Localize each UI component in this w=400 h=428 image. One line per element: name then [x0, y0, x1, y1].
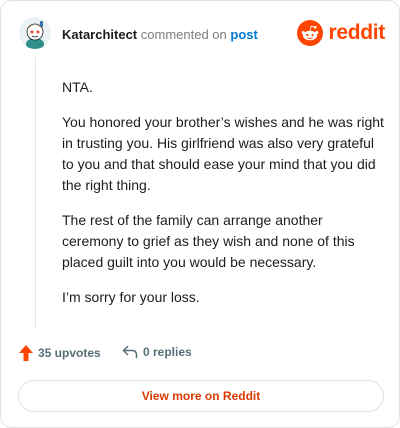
comment-paragraph: NTA.	[62, 79, 93, 95]
comment-body: NTA. You honored your brother’s wishes a…	[62, 77, 384, 322]
commented-on-text: commented on	[140, 27, 227, 42]
comment-paragraph: You honored your brother’s wishes and he…	[62, 114, 384, 193]
comment-byline: Katarchitect commented on post	[62, 27, 258, 42]
user-avatar[interactable]	[19, 17, 51, 49]
replies-button[interactable]: 0 replies	[122, 345, 192, 359]
reply-arrow-icon	[122, 345, 138, 359]
reddit-snoo-icon	[297, 20, 324, 46]
comment-header: Katarchitect commented on post reddit	[19, 17, 385, 53]
comment-footer: 35 upvotes 0 replies	[19, 345, 379, 367]
reddit-wordmark: reddit	[328, 21, 385, 44]
comment-paragraph: I’m sorry for your loss.	[62, 289, 200, 305]
post-link[interactable]: post	[230, 27, 257, 42]
thread-line	[35, 57, 36, 329]
reply-count: 0 replies	[143, 345, 192, 359]
upvote-arrow-icon	[19, 345, 33, 361]
username-link[interactable]: Katarchitect	[62, 27, 137, 42]
snoo-avatar-icon	[19, 17, 51, 49]
upvote-count: 35 upvotes	[38, 346, 101, 360]
upvote-button[interactable]: 35 upvotes	[19, 345, 101, 361]
embedded-comment-card: Katarchitect commented on post reddit NT…	[0, 0, 400, 428]
view-more-button[interactable]: View more on Reddit	[18, 380, 384, 412]
comment-paragraph: The rest of the family can arrange anoth…	[62, 212, 355, 270]
reddit-logo[interactable]: reddit	[297, 20, 385, 46]
